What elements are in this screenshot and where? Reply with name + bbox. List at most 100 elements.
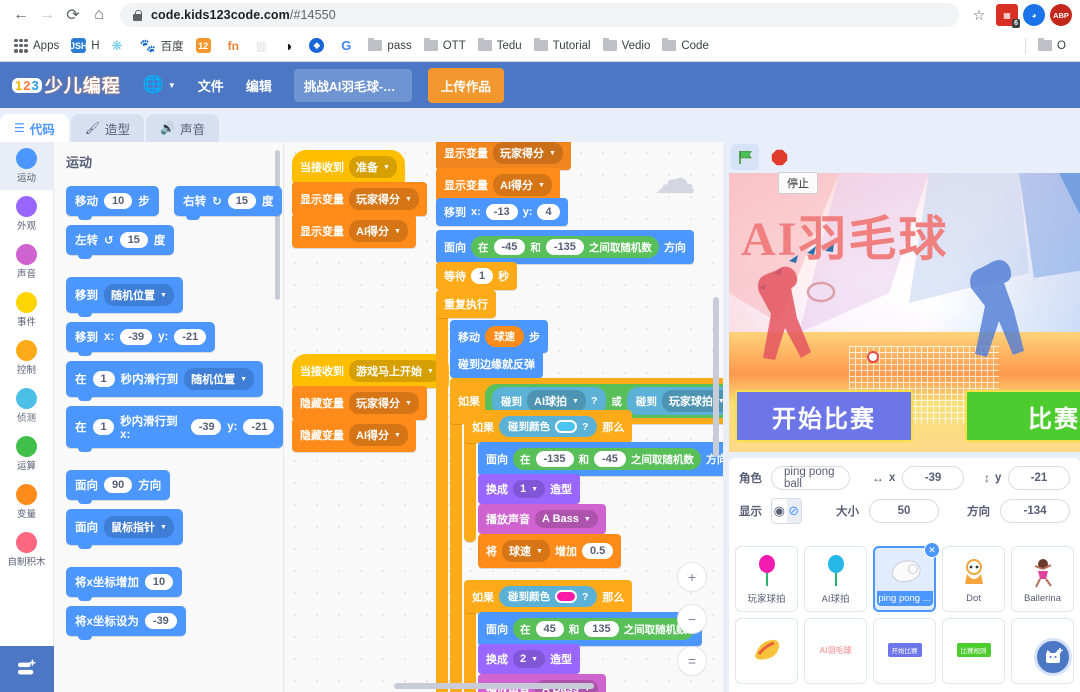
color-swatch-pink[interactable]	[555, 590, 577, 603]
variable-dropdown[interactable]: AI得分 ▼	[349, 424, 408, 446]
touch-target-dropdown[interactable]: AI球拍 ▼	[527, 390, 586, 412]
block-goto[interactable]: 移到 随机位置 ▼	[66, 277, 183, 317]
red-extension-icon[interactable]: ▦ 6	[996, 4, 1020, 28]
set-x-input[interactable]: -39	[144, 613, 177, 629]
sprite-item-ai-badminton-text[interactable]: AI羽毛球	[804, 618, 867, 684]
category-events[interactable]: 事件	[0, 286, 53, 334]
message-dropdown[interactable]: 游戏马上开始 ▼	[349, 360, 441, 382]
block-turn-left[interactable]: 左转 ↺ 15 度	[66, 225, 175, 259]
script3-play-sound-1[interactable]: 播放声音 A Bass ▼	[478, 504, 606, 534]
bookmark-kids-code[interactable]: 12	[190, 34, 222, 58]
show-sprite-button[interactable]: ◉	[772, 499, 787, 523]
goto-y-input[interactable]: 4	[537, 204, 560, 220]
script3-forever[interactable]: 重复执行	[436, 290, 496, 318]
block-glide-to[interactable]: 在 1 秒内滑行到 随机位置 ▼	[66, 361, 264, 401]
script3-switch-costume-2[interactable]: 换成 2 ▼ 造型	[478, 644, 581, 674]
sprite-item-shuttle-orange[interactable]	[735, 618, 798, 684]
bookmark-blue-diamond[interactable]: ◆	[303, 34, 335, 58]
block-goto-xy[interactable]: 移到 x: -39 y: -21	[66, 322, 216, 356]
touching-color-blue[interactable]: 碰到颜色 ?	[499, 416, 598, 437]
bookmark-baidu[interactable]: 🐾 百度	[133, 34, 189, 58]
sprite-list[interactable]: 玩家球拍 AI球拍 ✕ ping pong ... Dot Ballerina …	[729, 538, 1080, 692]
block-turn-right[interactable]: 右转 ↻ 15 度	[174, 186, 283, 220]
script3-point-direction-random[interactable]: 面向 在 -45 和 -135 之间取随机数 方向	[436, 230, 694, 264]
sprite-item-ai-racket[interactable]: AI球拍	[804, 546, 867, 612]
costume-dropdown[interactable]: 2 ▼	[513, 650, 546, 668]
move-steps-input[interactable]: 10	[104, 193, 133, 209]
random-max-input[interactable]: -45	[594, 451, 626, 467]
block-glide-to-xy[interactable]: 在 1 秒内滑行到 x: -39 y: -21	[66, 406, 283, 452]
sprite-item-player-racket[interactable]: 玩家球拍	[735, 546, 798, 612]
bookmark-google[interactable]: G	[335, 34, 362, 58]
bookmark-jsh[interactable]: JSH H	[65, 34, 105, 58]
zoom-out-button[interactable]: −	[677, 604, 707, 634]
zoom-in-button[interactable]: +	[677, 562, 707, 592]
tab-code[interactable]: ☰ 代码	[0, 114, 69, 142]
random-max-input[interactable]: 135	[584, 621, 619, 637]
stop-button[interactable]	[765, 144, 793, 170]
bookmark-droplet[interactable]: ❋	[106, 34, 134, 58]
script3-switch-costume-1[interactable]: 换成 1 ▼ 造型	[478, 474, 581, 504]
blue-extension-icon[interactable]: ◕	[1023, 4, 1045, 26]
script3-if-on-edge-bounce[interactable]: 碰到边缘就反弹	[450, 350, 543, 378]
project-title-field[interactable]: 挑战AI羽毛球-太...	[293, 68, 412, 102]
bookmark-apps[interactable]: Apps	[8, 34, 65, 58]
variable-dropdown[interactable]: 玩家得分 ▼	[349, 188, 419, 210]
workspace-vertical-scrollbar[interactable]	[713, 297, 719, 457]
add-extension-button[interactable]	[0, 646, 54, 692]
script3-if-color-blue[interactable]: 如果 碰到颜色 ? 那么	[464, 410, 633, 443]
palette-scrollbar[interactable]	[275, 150, 280, 300]
shuttlecock-sprite[interactable]	[869, 352, 877, 361]
color-swatch-blue[interactable]	[555, 420, 577, 433]
back-icon[interactable]: ←	[8, 2, 34, 28]
touching-player-racket[interactable]: 碰到 玩家球拍 ▼	[626, 387, 723, 415]
goto-x-input[interactable]: -13	[485, 204, 518, 220]
language-selector[interactable]: 🌐 ▼	[143, 75, 176, 95]
goto-y-input[interactable]: -21	[174, 329, 207, 345]
ball-speed-variable[interactable]: 球速	[485, 326, 524, 347]
category-looks[interactable]: 外观	[0, 190, 53, 238]
add-sprite-button[interactable]	[1034, 638, 1072, 676]
change-x-input[interactable]: 10	[144, 574, 174, 590]
random-max-input[interactable]: -135	[545, 239, 584, 255]
script3-show-variable-2[interactable]: 显示变量 AI得分 ▼	[436, 168, 560, 202]
script3-goto-xy[interactable]: 移到 x: -13 y: 4	[436, 198, 568, 226]
turn-left-input[interactable]: 15	[119, 232, 148, 248]
script-workspace[interactable]: ☁ 当接收到 准备 ▼ 显示变量 玩家得分 ▼ 显示变量 AI得分 ▼ 当接收到 游戏…	[284, 142, 723, 692]
script1-show-variable-1[interactable]: 显示变量 玩家得分 ▼	[292, 182, 427, 216]
script2-hide-variable-1[interactable]: 隐藏变量 玩家得分 ▼	[292, 386, 427, 420]
glidexy-x-input[interactable]: -39	[190, 419, 222, 435]
adblock-plus-icon[interactable]: ABP	[1050, 4, 1072, 26]
sound-dropdown[interactable]: A Bass ▼	[535, 510, 598, 528]
bookmark-vedio[interactable]: Vedio	[597, 34, 657, 58]
start-match-button-sprite[interactable]: 开始比赛	[735, 390, 913, 442]
green-flag-button[interactable]	[731, 144, 759, 171]
change-by-input[interactable]: 0.5	[581, 543, 614, 559]
category-variables[interactable]: 变量	[0, 478, 53, 526]
menu-file[interactable]: 文件	[198, 76, 224, 95]
category-my-blocks[interactable]: 自制积木	[0, 526, 53, 574]
sprite-name-input[interactable]: ping pong ball	[771, 466, 850, 490]
bookmark-tedu[interactable]: Tedu	[472, 34, 528, 58]
bookmark-ott[interactable]: OTT	[418, 34, 472, 58]
random-min-input[interactable]: -135	[535, 451, 574, 467]
script3-show-variable-1[interactable]: 显示变量 玩家得分 ▼	[436, 142, 571, 170]
bookmark-fn[interactable]: fn	[222, 34, 250, 58]
block-move-steps[interactable]: 移动 10 步	[66, 186, 159, 220]
bookmark-tutorial[interactable]: Tutorial	[528, 34, 597, 58]
variable-dropdown[interactable]: 球速 ▼	[502, 540, 550, 562]
block-point-direction[interactable]: 面向 90 方向	[66, 470, 171, 504]
script3-move-steps[interactable]: 移动 球速 步	[450, 320, 548, 353]
block-point-towards[interactable]: 面向 鼠标指针 ▼	[66, 509, 183, 549]
message-dropdown[interactable]: 准备 ▼	[349, 156, 397, 178]
variable-dropdown[interactable]: 玩家得分 ▼	[493, 142, 563, 164]
glide-secs-input[interactable]: 1	[92, 371, 115, 387]
sprite-item-rule-button[interactable]: 比赛规则	[942, 618, 1005, 684]
variable-dropdown[interactable]: AI得分 ▼	[493, 174, 552, 196]
script1-show-variable-2[interactable]: 显示变量 AI得分 ▼	[292, 214, 416, 248]
script3-point-direction-random-3[interactable]: 面向 在 45 和 135 之间取随机数	[478, 612, 702, 646]
sprite-item-ballerina[interactable]: Ballerina	[1011, 546, 1074, 612]
sprite-item-dot[interactable]: Dot	[942, 546, 1005, 612]
turn-right-input[interactable]: 15	[227, 193, 256, 209]
stage-canvas[interactable]: AI羽毛球 开始比赛 比赛	[729, 172, 1080, 452]
